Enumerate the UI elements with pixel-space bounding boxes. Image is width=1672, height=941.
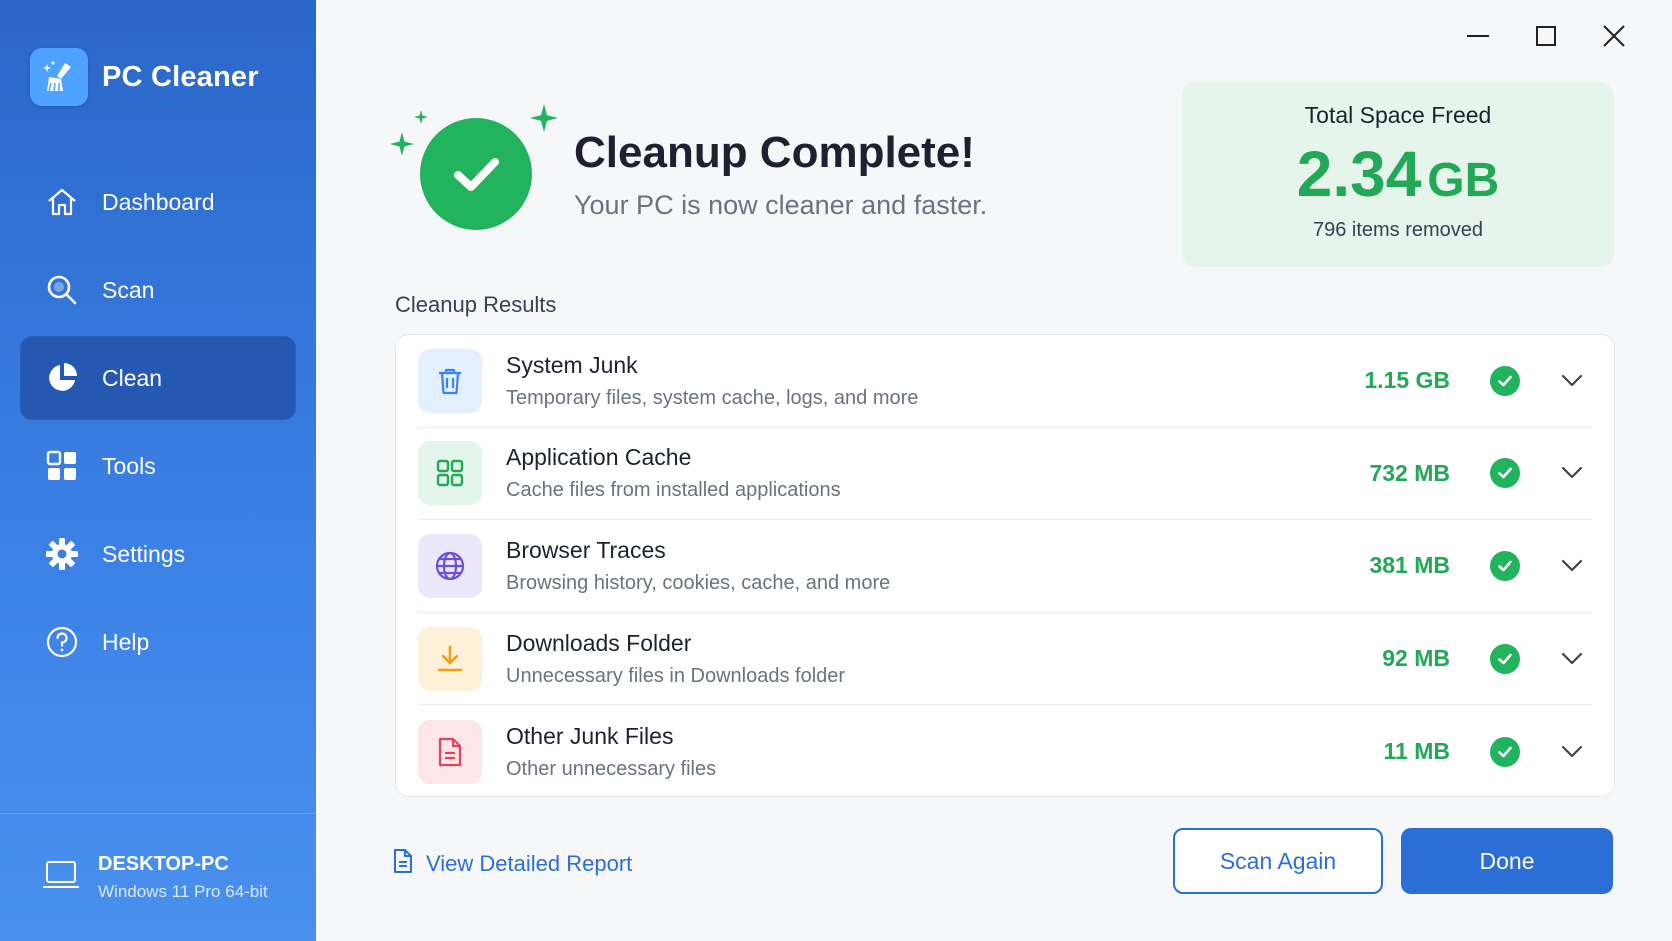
results-list: System Junk Temporary files, system cach… bbox=[395, 334, 1615, 797]
maximize-button[interactable] bbox=[1512, 18, 1580, 58]
space-freed-unit: GB bbox=[1427, 154, 1500, 207]
device-info: DESKTOP-PC Windows 11 Pro 64-bit bbox=[0, 813, 316, 941]
trash-icon bbox=[418, 348, 482, 413]
result-size: 11 MB bbox=[1383, 738, 1450, 765]
space-freed-card: Total Space Freed 2.34 GB 796 items remov… bbox=[1182, 82, 1614, 267]
main-content: Cleanup Complete! Your PC is now cleaner… bbox=[316, 0, 1672, 941]
sidebar-item-settings[interactable]: Settings bbox=[20, 512, 296, 596]
sidebar-item-dashboard[interactable]: Dashboard bbox=[20, 160, 296, 244]
chevron-down-icon[interactable] bbox=[1552, 745, 1592, 759]
sidebar-item-clean[interactable]: Clean bbox=[20, 336, 296, 420]
sidebar-item-label: Help bbox=[102, 628, 150, 655]
pie-chart-icon bbox=[44, 360, 80, 396]
download-icon bbox=[418, 626, 482, 691]
page-subtitle: Your PC is now cleaner and faster. bbox=[574, 189, 988, 220]
window-controls bbox=[1444, 18, 1648, 58]
sidebar-item-tools[interactable]: Tools bbox=[20, 424, 296, 508]
check-icon bbox=[1490, 736, 1520, 767]
result-row-downloads-folder[interactable]: Downloads Folder Unnecessary files in Do… bbox=[418, 613, 1592, 706]
sidebar-item-label: Settings bbox=[102, 540, 186, 567]
result-description: Browsing history, cookies, cache, and mo… bbox=[506, 571, 891, 594]
close-button[interactable] bbox=[1580, 18, 1648, 58]
laptop-icon bbox=[42, 858, 80, 897]
home-icon bbox=[44, 184, 80, 220]
check-icon bbox=[1490, 458, 1520, 489]
scan-again-button[interactable]: Scan Again bbox=[1173, 828, 1383, 894]
chevron-down-icon[interactable] bbox=[1552, 559, 1592, 573]
results-heading: Cleanup Results bbox=[395, 292, 557, 317]
result-row-browser-traces[interactable]: Browser Traces Browsing history, cookies… bbox=[418, 520, 1592, 613]
minimize-icon bbox=[1466, 24, 1490, 53]
view-report-label: View Detailed Report bbox=[426, 851, 633, 876]
result-title: Application Cache bbox=[506, 444, 692, 471]
help-icon bbox=[44, 624, 80, 660]
chevron-down-icon[interactable] bbox=[1552, 374, 1592, 388]
result-title: Browser Traces bbox=[506, 536, 666, 563]
result-title: Other Junk Files bbox=[506, 722, 674, 749]
document-icon bbox=[418, 719, 482, 784]
result-description: Temporary files, system cache, logs, and… bbox=[506, 386, 919, 409]
close-icon bbox=[1602, 24, 1626, 53]
device-name: DESKTOP-PC bbox=[98, 853, 229, 875]
items-removed-count: 796 items removed bbox=[1312, 219, 1484, 241]
cleanup-hero: Cleanup Complete! Your PC is now cleaner… bbox=[390, 104, 987, 244]
chevron-down-icon[interactable] bbox=[1552, 652, 1592, 666]
sidebar-item-label: Tools bbox=[102, 452, 156, 479]
result-title: Downloads Folder bbox=[506, 629, 692, 656]
apps-grid-icon bbox=[418, 441, 482, 506]
result-size: 732 MB bbox=[1369, 459, 1450, 486]
search-icon bbox=[44, 272, 80, 308]
gear-icon bbox=[44, 536, 80, 572]
done-button[interactable]: Done bbox=[1401, 828, 1613, 894]
globe-icon bbox=[418, 533, 482, 598]
result-row-system-junk[interactable]: System Junk Temporary files, system cach… bbox=[418, 335, 1592, 428]
result-size: 381 MB bbox=[1369, 552, 1450, 579]
sidebar: PC Cleaner Dashboard Scan Clean Tools Se… bbox=[0, 0, 316, 941]
result-title: System Junk bbox=[506, 351, 638, 378]
sidebar-item-label: Dashboard bbox=[102, 188, 215, 215]
sidebar-item-scan[interactable]: Scan bbox=[20, 248, 296, 332]
broom-icon bbox=[30, 48, 88, 106]
sidebar-nav: Dashboard Scan Clean Tools Settings Help bbox=[20, 160, 296, 688]
result-row-other-junk-files[interactable]: Other Junk Files Other unnecessary files… bbox=[418, 705, 1592, 798]
result-size: 92 MB bbox=[1382, 645, 1450, 672]
result-row-application-cache[interactable]: Application Cache Cache files from insta… bbox=[418, 428, 1592, 521]
result-description: Cache files from installed applications bbox=[506, 479, 841, 502]
result-description: Unnecessary files in Downloads folder bbox=[506, 664, 846, 687]
grid-icon bbox=[44, 448, 80, 484]
minimize-button[interactable] bbox=[1444, 18, 1512, 58]
sidebar-item-label: Scan bbox=[102, 276, 155, 303]
space-freed-label: Total Space Freed bbox=[1304, 102, 1492, 128]
sidebar-item-help[interactable]: Help bbox=[20, 600, 296, 684]
brand: PC Cleaner bbox=[30, 48, 259, 106]
space-freed-value: 2.34 bbox=[1296, 138, 1422, 210]
chevron-down-icon[interactable] bbox=[1552, 466, 1592, 480]
success-check-icon bbox=[390, 104, 560, 244]
sidebar-item-label: Clean bbox=[102, 364, 163, 391]
check-icon bbox=[1490, 643, 1520, 674]
app-name: PC Cleaner bbox=[102, 60, 259, 93]
maximize-icon bbox=[1534, 24, 1558, 53]
page-title: Cleanup Complete! bbox=[574, 127, 975, 177]
check-icon bbox=[1490, 365, 1520, 396]
document-icon bbox=[392, 848, 414, 880]
result-description: Other unnecessary files bbox=[506, 757, 717, 780]
result-size: 1.15 GB bbox=[1364, 367, 1450, 394]
view-report-link[interactable]: View Detailed Report bbox=[392, 848, 632, 880]
app-window: PC Cleaner Dashboard Scan Clean Tools Se… bbox=[0, 0, 1672, 941]
device-os: Windows 11 Pro 64-bit bbox=[98, 882, 268, 901]
check-icon bbox=[1490, 550, 1520, 581]
